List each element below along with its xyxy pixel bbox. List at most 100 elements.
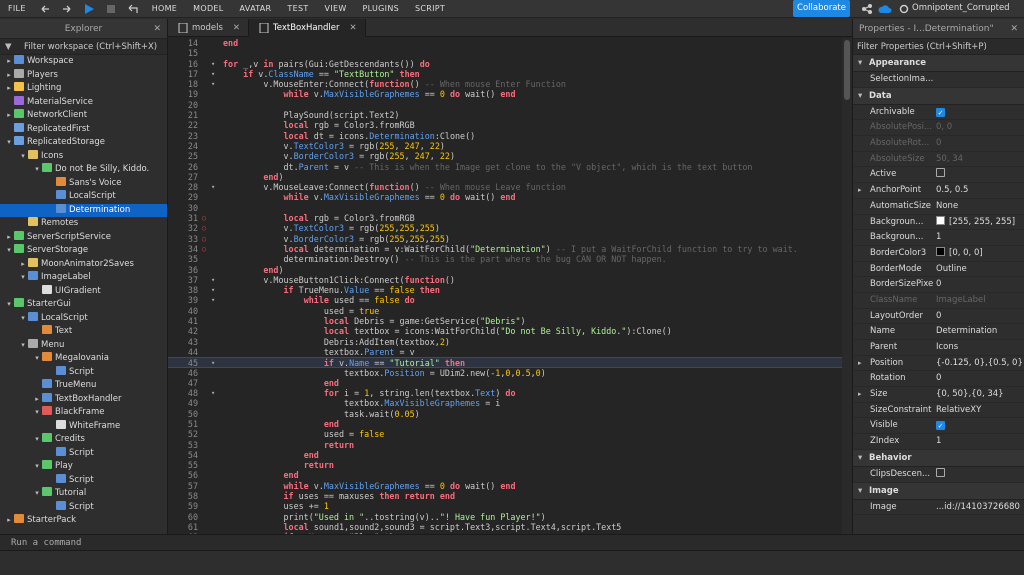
collapse-icon[interactable]: ▸ bbox=[4, 69, 14, 83]
property-row[interactable]: Active bbox=[853, 167, 1024, 184]
collapse-icon[interactable]: ▸ bbox=[4, 231, 14, 245]
checkbox[interactable] bbox=[936, 467, 945, 477]
menu-model[interactable]: MODEL bbox=[185, 0, 231, 18]
tree-item[interactable]: ▾ ReplicatedStorage bbox=[0, 136, 167, 150]
code-line[interactable]: 35 determination:Destroy() -- This is th… bbox=[168, 254, 852, 264]
fold-icon[interactable]: ▾ bbox=[211, 285, 219, 295]
code-line[interactable]: 61 local sound1,sound2,sound3 = script.T… bbox=[168, 522, 852, 532]
tree-item[interactable]: ▸ StarterPack bbox=[0, 514, 167, 528]
section-data[interactable]: Data bbox=[853, 87, 1024, 105]
menu-test[interactable]: TEST bbox=[279, 0, 316, 18]
collaborate-button[interactable]: Collaborate bbox=[793, 0, 850, 17]
property-row[interactable]: BorderColor3 [0, 0, 0] bbox=[853, 246, 1024, 262]
tree-item[interactable]: Script bbox=[0, 473, 167, 488]
code-line[interactable]: 47 end bbox=[168, 378, 852, 388]
code-line[interactable]: 16 ▾ for _,v in pairs(Gui:GetDescendants()… bbox=[168, 59, 852, 69]
property-row[interactable]: Name Determination bbox=[853, 324, 1024, 340]
code-line[interactable]: 20 bbox=[168, 100, 852, 110]
section-appearance[interactable]: Appearance bbox=[853, 55, 1024, 72]
property-row[interactable]: AbsolutePosi... 0, 0 bbox=[853, 120, 1024, 137]
code-line[interactable]: 39 ▾ while used == false do bbox=[168, 295, 852, 305]
collapse-icon[interactable]: ▸ bbox=[4, 109, 14, 123]
fold-icon[interactable]: ▾ bbox=[211, 69, 219, 79]
breakpoint-icon[interactable]: ○ bbox=[200, 223, 208, 233]
code-line[interactable]: 18 ▾ v.MouseEnter:Connect(function() -- W… bbox=[168, 79, 852, 89]
expand-icon[interactable]: ▾ bbox=[18, 339, 28, 353]
property-row[interactable]: ▸ AnchorPoint 0.5, 0.5 bbox=[853, 183, 1024, 199]
section-behavior[interactable]: Behavior bbox=[853, 449, 1024, 467]
collapse-icon[interactable]: ▸ bbox=[4, 82, 14, 96]
code-line[interactable]: 38 ▾ if TrueMenu.Value == false then bbox=[168, 285, 852, 295]
code-line[interactable]: 19 while v.MaxVisibleGraphemes == 0 do w… bbox=[168, 89, 852, 99]
tree-item[interactable]: Script bbox=[0, 500, 167, 515]
collapse-icon[interactable]: ▸ bbox=[32, 393, 42, 407]
property-row[interactable]: SizeConstraint RelativeXY bbox=[853, 403, 1024, 419]
close-icon[interactable]: ✕ bbox=[350, 19, 357, 37]
tree-item[interactable]: ▾ BlackFrame bbox=[0, 406, 167, 420]
menu-view[interactable]: VIEW bbox=[317, 0, 355, 18]
expand-icon[interactable]: ▾ bbox=[18, 312, 28, 326]
color-swatch[interactable] bbox=[936, 246, 945, 256]
fold-icon[interactable]: ▾ bbox=[211, 79, 219, 89]
code-line[interactable]: 58 if uses == maxuses then return end bbox=[168, 491, 852, 501]
tree-item[interactable]: Text bbox=[0, 325, 167, 339]
breakpoint-icon[interactable]: ○ bbox=[200, 213, 208, 223]
property-row[interactable]: LayoutOrder 0 bbox=[853, 309, 1024, 325]
property-row[interactable]: ▸ Size {0, 50},{0, 34} bbox=[853, 387, 1024, 403]
code-line[interactable]: 34 ○ local determination = v:WaitForChild… bbox=[168, 244, 852, 254]
undo-history-icon[interactable] bbox=[126, 2, 140, 16]
property-row[interactable]: ZIndex 1 bbox=[853, 434, 1024, 450]
code-line[interactable]: 44 textbox.Parent = v bbox=[168, 347, 852, 357]
checkbox-checked[interactable]: ✓ bbox=[936, 421, 945, 431]
expand-icon[interactable]: ▾ bbox=[32, 487, 42, 501]
tree-item[interactable]: Remotes bbox=[0, 217, 167, 231]
cloud-icon[interactable] bbox=[878, 2, 892, 16]
code-line[interactable]: 23 local dt = icons.Determination:Clone(… bbox=[168, 131, 852, 141]
tree-item[interactable]: ▾ Play bbox=[0, 460, 167, 474]
checkbox[interactable] bbox=[936, 168, 945, 178]
tree-item[interactable]: ▾ Megalovania bbox=[0, 352, 167, 366]
expand-icon[interactable]: ▸ bbox=[858, 356, 862, 372]
tree-item[interactable]: ▸ ServerScriptService bbox=[0, 230, 167, 245]
tree-item[interactable]: ▾ Icons bbox=[0, 149, 167, 164]
expand-icon[interactable]: ▾ bbox=[4, 136, 14, 150]
code-line[interactable]: 59 uses += 1 bbox=[168, 501, 852, 511]
code-line[interactable]: 29 while v.MaxVisibleGraphemes == 0 do w… bbox=[168, 192, 852, 202]
tree-item[interactable]: ▸ NetworkClient bbox=[0, 109, 167, 123]
property-row[interactable]: Image ...id://14103726680 bbox=[853, 500, 1024, 516]
tree-item[interactable]: ▾ Tutorial bbox=[0, 487, 167, 501]
tree-item[interactable]: ▸ Lighting bbox=[0, 82, 167, 96]
menu-script[interactable]: SCRIPT bbox=[407, 0, 453, 18]
play-icon[interactable] bbox=[82, 2, 96, 16]
tree-item[interactable]: ▾ ServerStorage bbox=[0, 244, 167, 258]
tree-item[interactable]: Determination bbox=[0, 203, 167, 217]
expand-icon[interactable]: ▸ bbox=[858, 387, 862, 403]
property-row[interactable]: ClipsDescen... bbox=[853, 467, 1024, 483]
code-line[interactable]: 40 used = true bbox=[168, 306, 852, 316]
redo-icon[interactable] bbox=[60, 2, 74, 16]
stop-icon[interactable] bbox=[104, 2, 118, 16]
undo-icon[interactable] bbox=[38, 2, 52, 16]
expand-icon[interactable]: ▾ bbox=[32, 352, 42, 366]
property-row[interactable]: AutomaticSize None bbox=[853, 199, 1024, 215]
editor-scrollbar[interactable] bbox=[842, 38, 852, 534]
code-line[interactable]: 14 end bbox=[168, 38, 852, 48]
close-icon[interactable]: ✕ bbox=[233, 19, 240, 37]
expand-icon[interactable]: ▾ bbox=[32, 433, 42, 447]
property-row[interactable]: Parent Icons bbox=[853, 340, 1024, 356]
property-row[interactable]: BorderMode Outline bbox=[853, 262, 1024, 278]
color-swatch[interactable] bbox=[936, 215, 945, 225]
code-line[interactable]: 21 PlaySound(script.Text2) bbox=[168, 110, 852, 120]
tree-item[interactable]: ▾ Menu bbox=[0, 338, 167, 353]
property-row[interactable]: ▸ Position {-0.125, 0},{0.5, 0} bbox=[853, 356, 1024, 372]
settings-icon[interactable] bbox=[897, 2, 911, 16]
tree-item[interactable]: Script bbox=[0, 365, 167, 380]
code-line[interactable]: 25 v.BorderColor3 = rgb(255, 247, 22) bbox=[168, 151, 852, 161]
code-line[interactable]: 42 local textbox = icons:WaitForChild("D… bbox=[168, 326, 852, 336]
username[interactable]: Omnipotent_Corrupted bbox=[912, 3, 1010, 13]
code-line[interactable]: 56 end bbox=[168, 470, 852, 480]
tree-item[interactable]: ▸ Workspace bbox=[0, 55, 167, 69]
tab-textboxhandler[interactable]: TextBoxHandler ✕ bbox=[249, 19, 366, 37]
tree-item[interactable]: TrueMenu bbox=[0, 379, 167, 393]
code-line[interactable]: 50 task.wait(0.05) bbox=[168, 409, 852, 419]
